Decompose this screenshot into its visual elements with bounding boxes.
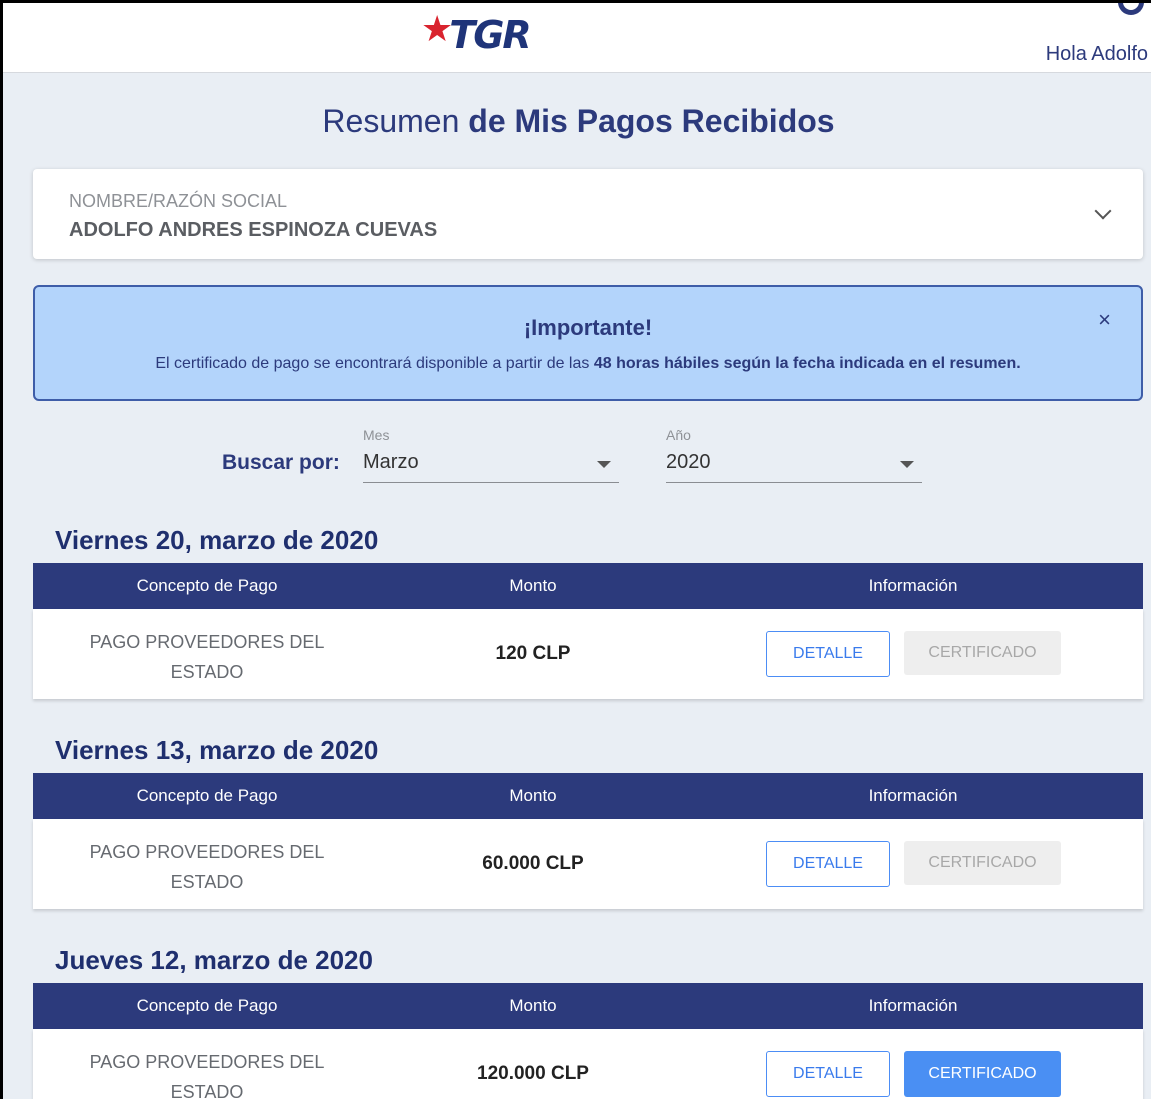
table-row: PAGO PROVEEDORES DEL ESTADO 60.000 CLP D… — [33, 819, 1143, 909]
month-select[interactable]: Mes Marzo — [363, 427, 619, 483]
table-row: PAGO PROVEEDORES DEL ESTADO 120.000 CLP … — [33, 1029, 1143, 1099]
table-header: Concepto de Pago Monto Información — [33, 773, 1143, 819]
amount-cell: 60.000 CLP — [482, 853, 584, 874]
header-concept: Concepto de Pago — [136, 786, 278, 805]
important-alert: ¡Importante! El certificado de pago se e… — [33, 285, 1143, 401]
group-date: Viernes 20, marzo de 2020 — [55, 525, 379, 555]
table-row: PAGO PROVEEDORES DEL ESTADO 120 CLP DETA… — [33, 609, 1143, 699]
header-info: Información — [868, 996, 958, 1015]
logo-text: TGR — [449, 13, 531, 57]
year-select[interactable]: Año 2020 — [666, 427, 922, 483]
alert-text-regular: El certificado de pago se encontrará dis… — [155, 355, 594, 372]
concept-line: ESTADO — [170, 872, 244, 892]
concept-line: PAGO PROVEEDORES DEL — [89, 632, 325, 652]
amount-cell: 120.000 CLP — [477, 1063, 589, 1084]
payment-group: Viernes 20, marzo de 2020 Concepto de Pa… — [33, 525, 1143, 699]
table-header: Concepto de Pago Monto Información — [33, 563, 1143, 609]
year-select-label: Año — [666, 427, 691, 443]
tgr-logo[interactable]: ★ TGR — [421, 8, 532, 61]
alert-text-bold: 48 horas hábiles según la fecha indicada… — [593, 355, 1021, 372]
group-date: Jueves 12, marzo de 2020 — [55, 945, 373, 975]
top-bar: ★ TGR Hola Adolfo — [3, 3, 1151, 73]
certificate-button: CERTIFICADO — [904, 631, 1061, 675]
concept-line: ESTADO — [170, 1082, 244, 1099]
year-select-value: 2020 — [666, 451, 711, 473]
month-select-label: Mes — [363, 427, 390, 443]
page-title: Resumen de Mis Pagos Recibidos — [3, 103, 1151, 140]
header-concept: Concepto de Pago — [136, 576, 278, 595]
header-info: Información — [868, 786, 958, 805]
dropdown-arrow-icon — [597, 461, 611, 468]
alert-title: ¡Importante! — [523, 315, 653, 340]
alert-text: El certificado de pago se encontrará dis… — [35, 355, 1141, 373]
user-icon[interactable] — [1118, 3, 1144, 15]
user-greeting[interactable]: Hola Adolfo — [1046, 43, 1148, 66]
search-by-label: Buscar por: — [222, 451, 340, 474]
header-info: Información — [868, 576, 958, 595]
detail-button[interactable]: DETALLE — [766, 631, 890, 677]
star-icon: ★ — [421, 8, 454, 49]
header-monto: Monto — [509, 786, 557, 805]
concept-line: PAGO PROVEEDORES DEL — [89, 1052, 325, 1072]
payment-group: Viernes 13, marzo de 2020 Concepto de Pa… — [33, 735, 1143, 909]
detail-button[interactable]: DETALLE — [766, 1051, 890, 1097]
table-header: Concepto de Pago Monto Información — [33, 983, 1143, 1029]
month-select-value: Marzo — [363, 451, 419, 473]
header-monto: Monto — [509, 996, 557, 1015]
header-concept: Concepto de Pago — [136, 996, 278, 1015]
close-icon[interactable]: × — [1098, 307, 1111, 333]
certificate-button: CERTIFICADO — [904, 841, 1061, 885]
header-monto: Monto — [509, 576, 557, 595]
amount-cell: 120 CLP — [495, 643, 571, 664]
dropdown-arrow-icon — [900, 461, 914, 468]
chevron-down-icon[interactable] — [1094, 202, 1112, 220]
concept-cell: PAGO PROVEEDORES DEL ESTADO — [73, 837, 341, 897]
concept-cell: PAGO PROVEEDORES DEL ESTADO — [73, 1047, 341, 1099]
certificate-button[interactable]: CERTIFICADO — [904, 1051, 1061, 1097]
name-label: NOMBRE/RAZÓN SOCIAL — [69, 191, 288, 211]
name-selector[interactable]: NOMBRE/RAZÓN SOCIAL ADOLFO ANDRES ESPINO… — [33, 169, 1143, 259]
group-date: Viernes 13, marzo de 2020 — [55, 735, 379, 765]
page-title-light: Resumen — [322, 103, 460, 139]
concept-line: ESTADO — [170, 662, 244, 682]
page-title-bold: de Mis Pagos Recibidos — [468, 103, 835, 139]
app-frame: ★ TGR Hola Adolfo Resumen de Mis Pagos R… — [0, 0, 1151, 1099]
payment-group: Jueves 12, marzo de 2020 Concepto de Pag… — [33, 945, 1143, 1099]
name-value: ADOLFO ANDRES ESPINOZA CUEVAS — [69, 219, 438, 241]
detail-button[interactable]: DETALLE — [766, 841, 890, 887]
concept-line: PAGO PROVEEDORES DEL — [89, 842, 325, 862]
concept-cell: PAGO PROVEEDORES DEL ESTADO — [73, 627, 341, 687]
